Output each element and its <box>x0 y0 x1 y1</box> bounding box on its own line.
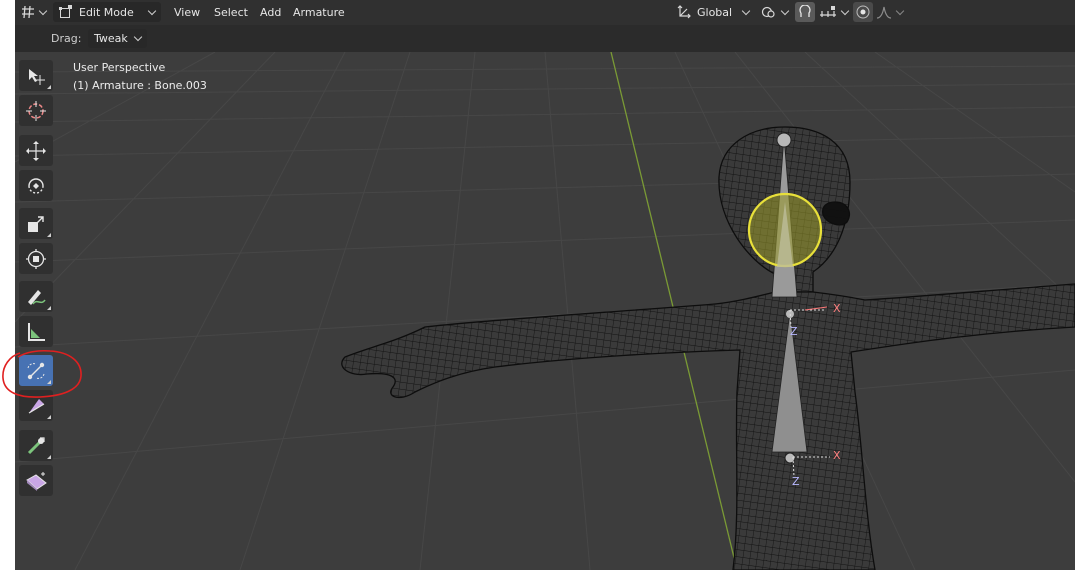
drag-value: Tweak <box>94 32 128 45</box>
axis-label-z: Z <box>792 475 800 488</box>
cursor-tool[interactable] <box>19 95 53 126</box>
tool-variants-indicator <box>47 233 51 237</box>
bone-envelope-icon <box>26 471 47 491</box>
viewport-scene <box>15 52 1075 570</box>
rotate-tool[interactable] <box>19 170 53 201</box>
bone-size-tool[interactable] <box>19 390 53 421</box>
chevron-down-icon <box>133 32 143 42</box>
proportional-edit-icon <box>856 5 870 19</box>
transform-icon <box>26 248 46 269</box>
drag-dropdown[interactable]: Tweak <box>88 29 147 48</box>
tool-variants-indicator <box>47 415 51 419</box>
rotate-icon <box>28 177 44 194</box>
tool-variants-indicator <box>47 306 51 310</box>
3d-viewport[interactable]: User Perspective (1) Armature : Bone.003… <box>15 52 1075 570</box>
snap-increment-icon <box>819 6 836 17</box>
orientation-axes-icon <box>677 5 691 19</box>
scale-tool[interactable] <box>19 208 53 239</box>
orientation-label: Global <box>697 5 733 19</box>
annotate-icon <box>28 289 46 305</box>
chevron-down-icon <box>780 6 789 15</box>
snap-target-dropdown[interactable] <box>817 2 849 22</box>
roll-tool[interactable] <box>19 355 53 386</box>
bone-roll-icon <box>27 362 45 379</box>
viewport-header: Edit Mode View Select Add Armature Globa… <box>15 0 1075 25</box>
falloff-curve-icon <box>876 6 891 19</box>
bone-size-icon <box>28 398 45 414</box>
measure-icon <box>28 322 45 341</box>
menu-add[interactable]: Add <box>256 2 285 22</box>
select-box-tool[interactable] <box>19 60 53 91</box>
view-name: User Perspective <box>73 61 166 74</box>
chevron-down-icon <box>38 6 48 15</box>
edit-mode-icon <box>59 5 72 18</box>
object-info: (1) Armature : Bone.003 <box>73 79 207 92</box>
menu-select[interactable]: Select <box>210 2 252 22</box>
move-tool[interactable] <box>19 135 53 166</box>
measure-tool[interactable] <box>19 316 53 347</box>
editor-type-button[interactable] <box>18 2 48 22</box>
chevron-down-icon <box>147 6 157 15</box>
menu-armature[interactable]: Armature <box>289 2 349 22</box>
chevron-down-icon <box>895 6 904 15</box>
tool-variants-indicator <box>47 380 51 384</box>
pivot-icon <box>761 6 775 18</box>
grid-icon <box>22 5 34 19</box>
mode-label: Edit Mode <box>79 5 134 19</box>
falloff-dropdown[interactable] <box>875 2 904 22</box>
pivot-point-dropdown[interactable] <box>760 2 789 22</box>
bone-envelope-tool[interactable] <box>19 465 53 496</box>
blender-window: Edit Mode View Select Add Armature Globa… <box>15 0 1075 570</box>
transform-orientation-dropdown[interactable]: Global <box>673 2 753 22</box>
menu-view[interactable]: View <box>170 2 204 22</box>
chevron-down-icon <box>741 6 751 15</box>
snap-magnet-icon <box>799 5 811 17</box>
tool-variants-indicator <box>47 85 51 89</box>
move-icon <box>26 140 46 161</box>
transform-tool[interactable] <box>19 243 53 274</box>
proportional-edit-toggle[interactable] <box>853 2 873 22</box>
cursor-icon <box>26 100 46 121</box>
chevron-down-icon <box>840 6 849 15</box>
axis-label-x: X <box>833 449 841 462</box>
tool-variants-indicator <box>47 455 51 459</box>
mode-dropdown[interactable]: Edit Mode <box>53 2 161 22</box>
axis-label-z: Z <box>790 325 798 338</box>
extrude-tool[interactable] <box>19 430 53 461</box>
scale-icon <box>28 215 44 232</box>
tool-settings-bar: Drag: Tweak <box>15 25 1075 52</box>
select-box-icon <box>29 68 45 85</box>
extrude-icon <box>27 436 45 454</box>
character-mesh <box>341 126 1075 570</box>
snap-toggle[interactable] <box>795 2 815 22</box>
axis-label-x: X <box>833 302 841 315</box>
annotate-tool[interactable] <box>19 281 53 312</box>
drag-label: Drag: <box>51 32 82 45</box>
